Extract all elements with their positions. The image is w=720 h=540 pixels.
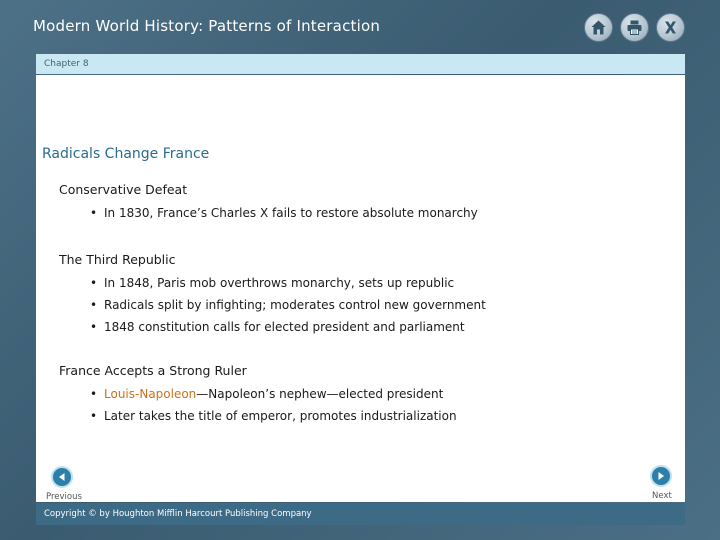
section-heading: Conservative Defeat [59,182,188,197]
next-button[interactable] [650,465,672,487]
arrow-right-icon [658,472,664,480]
home-button[interactable] [584,13,613,42]
bullet-list: In 1830, France’s Charles X fails to res… [90,205,478,227]
slide-title: Radicals Change France [42,146,210,162]
previous-label[interactable]: Previous [46,492,82,502]
list-item: 1848 constitution calls for elected pres… [90,319,486,341]
chapter-label: Chapter 8 [44,59,89,69]
previous-button[interactable] [51,466,73,488]
highlighted-term: Louis-Napoleon [104,387,197,401]
arrow-left-icon [59,473,65,481]
chapter-bar: Chapter 8 [36,54,685,74]
app-title: Modern World History: Patterns of Intera… [33,17,381,35]
close-icon [665,21,676,34]
slide-content: Radicals Change France Conservative Defe… [36,75,685,502]
list-item: In 1848, Paris mob overthrows monarchy, … [90,275,486,297]
top-nav-icons [584,13,685,42]
print-icon [627,20,642,35]
next-label[interactable]: Next [652,491,672,501]
copyright-text: Copyright © by Houghton Mifflin Harcourt… [44,509,312,519]
list-item: In 1830, France’s Charles X fails to res… [90,205,478,227]
list-item: Louis-Napoleon—Napoleon’s nephew—elected… [90,386,457,408]
section-heading: The Third Republic [59,252,176,267]
list-item-text: —Napoleon’s nephew—elected president [196,387,444,401]
close-button[interactable] [656,13,685,42]
print-button[interactable] [620,13,649,42]
bullet-list: In 1848, Paris mob overthrows monarchy, … [90,275,486,341]
bullet-list: Louis-Napoleon—Napoleon’s nephew—elected… [90,386,457,430]
list-item: Later takes the title of emperor, promot… [90,408,457,430]
footer-bar: Copyright © by Houghton Mifflin Harcourt… [36,503,685,525]
home-icon [591,20,606,35]
list-item: Radicals split by infighting; moderates … [90,297,486,319]
section-heading: France Accepts a Strong Ruler [59,363,247,378]
